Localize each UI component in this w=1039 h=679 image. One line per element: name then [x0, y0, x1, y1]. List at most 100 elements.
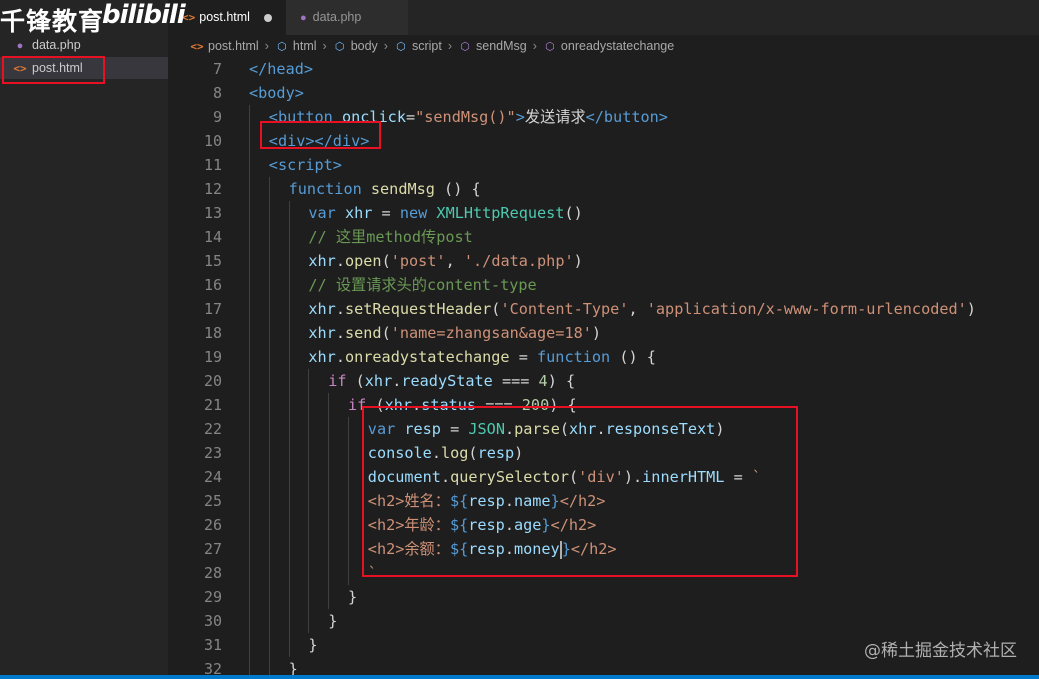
code-line[interactable]: 27 <h2>余额：${resp.money}</h2>	[168, 537, 1039, 561]
indent-guide	[268, 609, 270, 633]
code-line[interactable]: 16 // 设置请求头的content-type	[168, 273, 1039, 297]
code-line[interactable]: 23 console.log(resp)	[168, 441, 1039, 465]
indent-guide	[308, 585, 310, 609]
code-token: 'name=zhangsan&age=18'	[390, 324, 592, 342]
indent-guide	[328, 441, 330, 465]
code-line[interactable]: 28 `	[168, 561, 1039, 585]
code-line[interactable]: 7 </head>	[168, 57, 1039, 81]
code-line[interactable]: 15 xhr.open('post', './data.php')	[168, 249, 1039, 273]
indent-guide	[268, 633, 270, 657]
code-line[interactable]: 19 xhr.onreadystatechange = function () {	[168, 345, 1039, 369]
code-line[interactable]: 12 function sendMsg () {	[168, 177, 1039, 201]
code-line[interactable]: 21 if (xhr.status === 200) {	[168, 393, 1039, 417]
element-cube-icon: ⬡	[277, 41, 287, 53]
chevron-right-icon: ›	[532, 39, 537, 53]
code-token: )	[514, 444, 524, 462]
code-token: `	[367, 564, 377, 582]
code-text: xhr.send('name=zhangsan&age=18')	[308, 321, 601, 345]
breadcrumb-item-file[interactable]: <> post.html	[190, 35, 258, 58]
code-text: }	[308, 633, 317, 657]
code-token: xhr	[384, 396, 413, 414]
code-token: 发送请求	[524, 108, 586, 126]
code-line[interactable]: 30}	[168, 609, 1039, 633]
code-text: <script>	[269, 153, 342, 177]
code-token: }	[561, 540, 571, 558]
code-token: responseText	[605, 420, 716, 438]
code-line[interactable]: 29}	[168, 585, 1039, 609]
code-text: var xhr = new XMLHttpRequest()	[308, 201, 582, 225]
code-token: if	[348, 396, 376, 414]
line-number: 10	[203, 132, 222, 150]
code-text: // 这里method传post	[308, 225, 472, 249]
code-token: ${	[449, 492, 469, 510]
code-token: </button>	[585, 108, 668, 126]
line-number: 29	[203, 588, 222, 606]
code-line[interactable]: 17 xhr.setRequestHeader('Content-Type', '…	[168, 297, 1039, 321]
file-item-label: post.html	[32, 61, 83, 75]
code-token: xhr	[569, 420, 597, 438]
watermark-juejin: @稀土掘金技术社区	[864, 641, 1017, 661]
code-text: <button onclick="sendMsg()">发送请求</button…	[269, 105, 668, 129]
breadcrumb-item-sendmsg[interactable]: ⬡ sendMsg	[458, 35, 527, 58]
tab-data-php[interactable]: ● data.php	[286, 0, 408, 35]
code-line[interactable]: 24 document.querySelector('div').innerHTM…	[168, 465, 1039, 489]
indent-guide	[288, 321, 290, 345]
code-text: }	[289, 657, 298, 675]
line-number: 25	[203, 492, 222, 510]
code-token: xhr	[344, 204, 382, 222]
code-text: xhr.onreadystatechange = function () {	[308, 345, 656, 369]
code-token: <button	[268, 108, 342, 126]
code-token: .	[504, 420, 515, 438]
code-token: =	[405, 108, 416, 126]
breadcrumb-item-onreadystatechange[interactable]: ⬡ onreadystatechange	[543, 35, 674, 58]
code-token: }	[308, 636, 318, 654]
indent-guide	[308, 489, 310, 513]
line-number: 7	[212, 60, 222, 78]
code-line[interactable]: 13 var xhr = new XMLHttpRequest()	[168, 201, 1039, 225]
file-item-post-html[interactable]: <> post.html	[0, 57, 168, 79]
code-line[interactable]: 20 if (xhr.readyState === 4) {	[168, 369, 1039, 393]
code-token: (	[381, 252, 391, 270]
indent-guide	[268, 489, 270, 513]
unsaved-dot-icon[interactable]	[263, 13, 272, 22]
indent-guide	[249, 225, 250, 249]
indent-guide	[328, 513, 330, 537]
code-token: console	[367, 444, 432, 462]
indent-guide	[249, 561, 250, 585]
code-token: name	[513, 492, 551, 510]
code-token: </head>	[249, 60, 314, 78]
indent-guide	[249, 657, 250, 675]
breadcrumb-label: onreadystatechange	[560, 39, 675, 53]
code-token: ${	[449, 516, 469, 534]
indent-guide	[328, 585, 330, 609]
indent-guide	[308, 513, 310, 537]
code-token: 'div'	[578, 468, 624, 486]
code-line[interactable]: 22 var resp = JSON.parse(xhr.responseText…	[168, 417, 1039, 441]
breadcrumb-item-script[interactable]: ⬡ script	[394, 35, 442, 58]
indent-guide	[288, 489, 290, 513]
indent-guide	[328, 561, 330, 585]
code-line[interactable]: 8 <body>	[168, 81, 1039, 105]
indent-guide	[288, 441, 290, 465]
code-line[interactable]: 14 // 这里method传post	[168, 225, 1039, 249]
code-line[interactable]: 9 <button onclick="sendMsg()">发送请求</butto…	[168, 105, 1039, 129]
breadcrumb-item-body[interactable]: ⬡ body	[333, 35, 378, 58]
code-text: console.log(resp)	[368, 441, 524, 465]
code-line[interactable]: 10 <div></div>	[168, 129, 1039, 153]
code-line[interactable]: 11 <script>	[168, 153, 1039, 177]
indent-guide	[268, 393, 270, 417]
code-line[interactable]: 26 <h2>年龄：${resp.age}</h2>	[168, 513, 1039, 537]
code-line[interactable]: 25 <h2>姓名：${resp.name}</h2>	[168, 489, 1039, 513]
line-number: 18	[203, 324, 222, 342]
line-number: 26	[203, 516, 222, 534]
code-token: querySelector	[450, 468, 569, 486]
breadcrumb-label: body	[350, 39, 378, 53]
code-line[interactable]: 18 xhr.send('name=zhangsan&age=18')	[168, 321, 1039, 345]
tab-post-html[interactable]: <> post.html	[168, 0, 286, 35]
indent-guide	[348, 513, 349, 537]
code-editor[interactable]: 7 </head> 8 <body> 9 <button onclick="sendMsg…	[168, 57, 1039, 675]
code-token: <body>	[249, 84, 304, 102]
code-token: if	[328, 372, 356, 390]
breadcrumb-item-html[interactable]: ⬡ html	[275, 35, 316, 58]
code-token: 'post'	[390, 252, 446, 270]
